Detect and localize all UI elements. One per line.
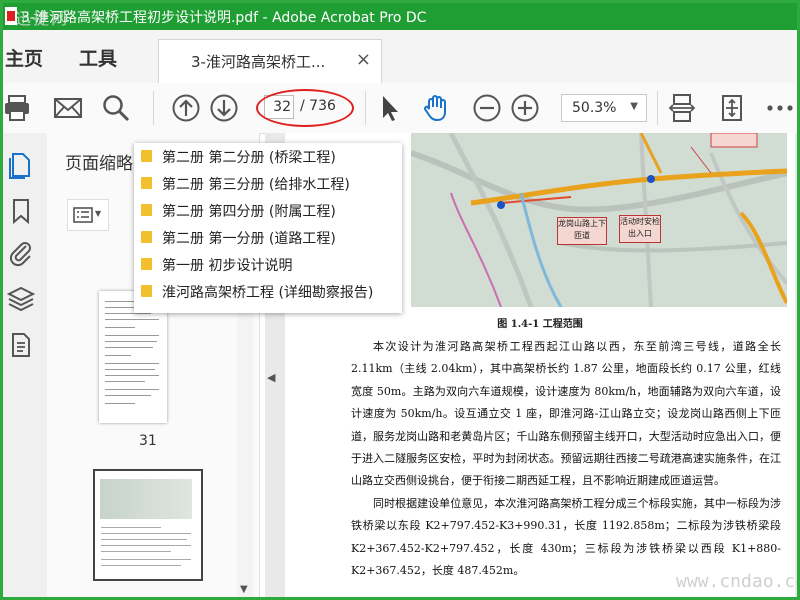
bookmark-label: 第二册 第二分册 (桥梁工程) <box>162 150 336 166</box>
map-label-security: 活动时安检出入口 <box>619 215 661 243</box>
scroll-down-icon[interactable]: ▼ <box>240 584 248 595</box>
red-annotation-circle <box>256 89 354 127</box>
title-bar: 3-淮河路高架桥工程初步设计说明.pdf - Adobe Acrobat Pro… <box>3 3 797 30</box>
bookmark-item[interactable]: 第二册 第一分册 (道路工程) <box>134 224 402 251</box>
watermark-top-left: 迅捷网 <box>15 9 70 28</box>
bookmark-label: 第二册 第一分册 (道路工程) <box>162 231 336 247</box>
document-icon[interactable] <box>7 331 35 359</box>
search-icon[interactable] <box>101 93 131 123</box>
chevron-down-icon: ▼ <box>95 209 102 218</box>
folder-icon <box>141 204 152 216</box>
print-icon[interactable] <box>3 93 33 123</box>
folder-icon <box>141 177 152 189</box>
navigation-rail <box>3 133 48 597</box>
zoom-out-icon[interactable] <box>472 93 502 123</box>
map-label-ramp: 龙岗山路上下匝道 <box>557 217 607 245</box>
folder-icon <box>141 231 152 243</box>
bookmark-item[interactable]: 第二册 第四分册 (附属工程) <box>134 197 402 224</box>
bookmark-item[interactable]: 第二册 第二分册 (桥梁工程) <box>134 143 402 170</box>
attachment-icon[interactable] <box>7 239 35 267</box>
folder-icon <box>141 150 152 162</box>
layers-icon[interactable] <box>7 285 35 313</box>
bookmark-item[interactable]: 第二册 第三分册 (给排水工程) <box>134 170 402 197</box>
select-cursor-icon[interactable] <box>375 93 405 123</box>
bookmark-label: 第二册 第三分册 (给排水工程) <box>162 177 350 193</box>
list-options-icon <box>73 207 93 223</box>
watermark-bottom-right: www.cndao.com <box>676 571 797 592</box>
page-thumbnail-32[interactable] <box>93 469 203 581</box>
page-thumbnails-icon[interactable] <box>7 151 35 179</box>
panel-title: 页面缩略 <box>65 154 133 174</box>
page-down-icon[interactable] <box>209 93 239 123</box>
zoom-select[interactable]: 50.3% ▼ <box>561 94 647 122</box>
thumbnail-scrollbar[interactable]: ▼ <box>237 281 253 597</box>
close-tab-icon[interactable]: × <box>356 49 371 70</box>
toolbar-separator <box>365 91 366 125</box>
tab-document[interactable]: 3-淮河路高架桥工... × <box>158 39 382 84</box>
tab-tools[interactable]: 工具 <box>79 44 117 71</box>
folder-icon <box>141 285 152 297</box>
tab-document-label: 3-淮河路高架桥工... <box>191 53 326 71</box>
body-paragraph-1: 本次设计为淮河路高架桥工程西起江山路以西，东至前湾三号线，道路全长 2.11km… <box>351 340 781 488</box>
folder-icon <box>141 258 152 270</box>
more-icon[interactable] <box>765 93 795 123</box>
acrobat-window: 3-淮河路高架桥工程初步设计说明.pdf - Adobe Acrobat Pro… <box>0 0 800 600</box>
toolbar-separator <box>153 91 154 125</box>
zoom-value: 50.3% <box>572 100 617 116</box>
toolbar-separator <box>657 91 658 125</box>
bookmark-label: 淮河路高架桥工程 (详细勘察报告) <box>162 285 374 301</box>
bookmark-item[interactable]: 第一册 初步设计说明 <box>134 251 402 278</box>
tab-bar: 主页 工具 3-淮河路高架桥工... × <box>3 30 797 84</box>
bookmark-label: 第一册 初步设计说明 <box>162 258 293 274</box>
fit-page-icon[interactable] <box>717 93 747 123</box>
chevron-down-icon: ▼ <box>630 101 638 112</box>
bookmark-icon[interactable] <box>7 197 35 225</box>
toolbar: 32 / 736 50.3% ▼ <box>3 83 797 134</box>
page-up-icon[interactable] <box>171 93 201 123</box>
bookmark-label: 第二册 第四分册 (附属工程) <box>162 204 336 220</box>
collapse-panel-icon[interactable]: ◀ <box>267 371 275 384</box>
page-thumbnail-label: 31 <box>139 433 157 449</box>
thumbnail-options-button[interactable]: ▼ <box>67 199 109 231</box>
body-paragraph-2: 同时根据建设单位意见，本次淮河路高架桥工程分成三个标段实施，其中一标段为涉铁桥梁… <box>351 497 781 578</box>
window-title: 3-淮河路高架桥工程初步设计说明.pdf - Adobe Acrobat Pro… <box>21 10 427 26</box>
email-icon[interactable] <box>53 93 83 123</box>
figure-caption: 图 1.4-1 工程范围 <box>497 319 583 330</box>
bookmarks-dropdown: 第二册 第二分册 (桥梁工程) 第二册 第三分册 (给排水工程) 第二册 第四分… <box>134 143 402 313</box>
scroll-mode-icon[interactable] <box>667 93 697 123</box>
tab-home[interactable]: 主页 <box>5 44 43 71</box>
project-scope-map: 龙岗山路上下匝道 活动时安检出入口 <box>411 133 787 307</box>
hand-icon[interactable] <box>421 93 451 123</box>
zoom-in-icon[interactable] <box>510 93 540 123</box>
bookmark-item[interactable]: 淮河路高架桥工程 (详细勘察报告) <box>134 278 402 305</box>
